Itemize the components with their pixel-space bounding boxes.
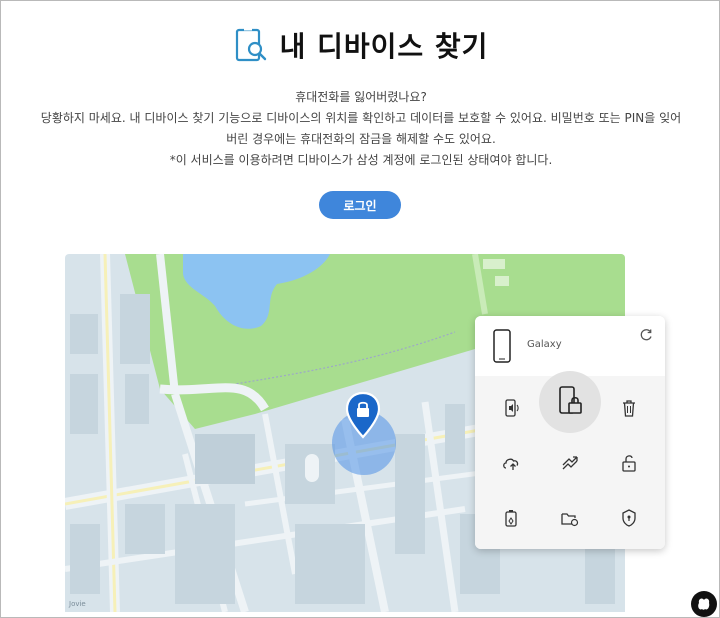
corner-logo-icon	[691, 591, 717, 617]
description-line: 휴대전화를 잃어버렸나요?	[295, 90, 427, 104]
find-device-icon	[235, 27, 266, 62]
unlock-icon[interactable]	[615, 449, 643, 477]
description-note: *이 서비스를 이용하려면 디바이스가 삼성 계정에 로그인된 상태여야 합니다…	[169, 153, 553, 167]
device-header: Galaxy	[475, 316, 665, 377]
device-location-pin[interactable]	[345, 391, 381, 439]
page-title: 내 디바이스 찾기	[279, 30, 489, 63]
map-credit: Jovie	[69, 600, 86, 608]
page-header: 내 디바이스 찾기	[1, 23, 720, 67]
refresh-icon[interactable]	[639, 328, 653, 342]
ring-icon[interactable]	[497, 394, 525, 422]
erase-icon[interactable]	[615, 394, 643, 422]
lock-icon[interactable]	[539, 371, 601, 433]
device-panel: Galaxy	[475, 316, 665, 549]
battery-icon[interactable]	[497, 504, 525, 532]
description-line: 당황하지 마세요. 내 디바이스 찾기 기능으로 디바이스의 위치를 확인하고 …	[40, 111, 682, 125]
service-description: 휴대전화를 잃어버렸나요? 당황하지 마세요. 내 디바이스 찾기 기능으로 디…	[11, 87, 711, 171]
retrieve-icon[interactable]	[556, 504, 584, 532]
guardian-icon[interactable]	[615, 504, 643, 532]
device-actions	[475, 371, 665, 549]
description-line: 버린 경우에는 휴대전화의 잠금을 해제할 수도 있어요.	[226, 132, 496, 146]
device-name: Galaxy	[527, 339, 562, 350]
backup-icon[interactable]	[497, 449, 525, 477]
track-icon[interactable]	[556, 449, 584, 477]
login-button[interactable]: 로그인	[319, 191, 401, 219]
phone-icon	[493, 329, 511, 363]
